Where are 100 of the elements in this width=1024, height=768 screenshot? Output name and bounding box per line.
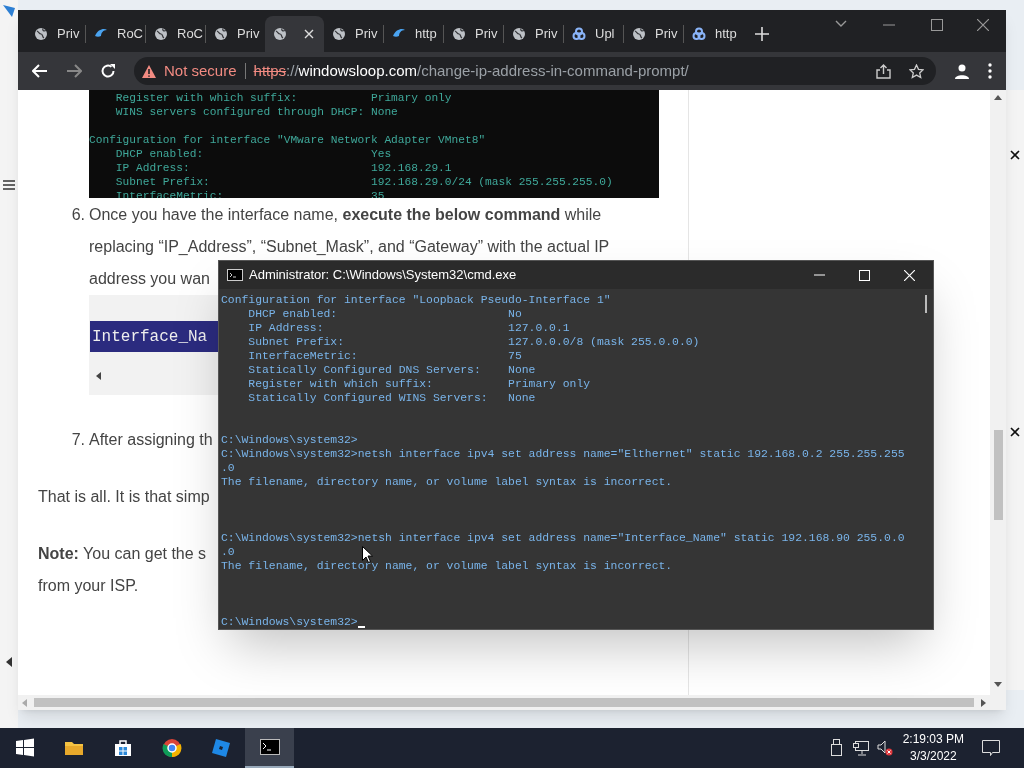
scroll-down-icon[interactable] xyxy=(994,682,1002,688)
scroll-right-icon[interactable] xyxy=(980,698,986,707)
console-value: 75 xyxy=(508,349,522,363)
mouse-pointer-icon xyxy=(362,546,373,563)
browser-logo-icon xyxy=(161,738,182,758)
article-text: Once you have the interface name, execute the below command while xyxy=(89,205,602,225)
browser-tab[interactable]: http xyxy=(384,16,443,52)
article-text: replacing “IP_Address”, “Subnet_Mask”, and “Gateway” with the actual IP xyxy=(89,237,610,257)
vertical-scrollbar[interactable] xyxy=(990,90,1006,710)
shopping-bag-icon xyxy=(112,738,133,758)
browser-tab[interactable]: Priv xyxy=(624,16,683,52)
browser-tab[interactable]: Priv xyxy=(26,16,85,52)
clock-time[interactable]: 2:19:03 PM xyxy=(902,731,964,748)
console-label: IP Address: xyxy=(248,321,325,335)
console-value: Primary only xyxy=(370,91,452,105)
browser-tab[interactable]: Priv xyxy=(324,16,383,52)
scroll-up-icon[interactable] xyxy=(994,94,1002,100)
windows-logo-icon xyxy=(14,738,35,758)
console-label: Statically Configured DNS Servers: xyxy=(248,363,482,377)
cloud-icon xyxy=(572,27,586,41)
url-text: https://windowsloop.com/change-ip-address-in-command-prompt/ xyxy=(253,60,689,81)
profile-icon[interactable] xyxy=(954,63,970,79)
globe-icon xyxy=(452,27,466,41)
console-value: 192.168.29.1 xyxy=(370,161,452,175)
console-value: None xyxy=(508,363,536,377)
article-text: After assigning th xyxy=(89,430,213,450)
browser-tab[interactable] xyxy=(265,16,324,52)
globe-icon xyxy=(273,27,287,41)
console-prompt: C:\Windows\system32> xyxy=(221,615,358,629)
terminal-icon xyxy=(259,737,280,757)
console-value: None xyxy=(370,105,398,119)
forward-icon[interactable] xyxy=(66,64,82,78)
horizontal-scrollbar[interactable] xyxy=(18,695,990,710)
console-line: Configuration for interface "Loopback Pseudo-Interface 1" xyxy=(221,293,611,307)
console-line: C:\Windows\system32> xyxy=(221,433,358,447)
article-text: That is all. It is that simp xyxy=(38,487,210,507)
console-label: Register with which suffix: xyxy=(115,91,299,105)
taskbar-app[interactable] xyxy=(245,728,294,768)
globe-icon xyxy=(632,27,646,41)
console-label: WINS servers configured through DHCP: xyxy=(115,105,366,119)
browser-tab[interactable]: Priv xyxy=(206,16,265,52)
browser-tab[interactable]: RoC xyxy=(146,16,205,52)
terminal-icon xyxy=(227,269,243,281)
share-icon[interactable] xyxy=(876,63,891,79)
reload-icon[interactable] xyxy=(100,63,116,79)
globe-icon xyxy=(332,27,346,41)
browser-tab[interactable]: Priv xyxy=(444,16,503,52)
console-label: DHCP enabled: xyxy=(248,307,339,321)
console-value: Primary only xyxy=(508,377,591,391)
console-label: Register with which suffix: xyxy=(248,377,434,391)
new-tab-icon[interactable] xyxy=(755,27,769,41)
scrollbar-thumb[interactable] xyxy=(34,698,974,707)
article-text: address you wan xyxy=(89,269,210,289)
security-warning: Not secure xyxy=(164,60,237,81)
back-icon[interactable] xyxy=(32,64,48,78)
article-text: Note: You can get the s xyxy=(38,544,207,564)
warning-icon xyxy=(142,64,156,78)
console-line: The filename, directory name, or volume label syntax is incorrect. xyxy=(221,475,673,489)
browser-tab[interactable]: Upl xyxy=(564,16,623,52)
network-icon[interactable] xyxy=(852,740,869,756)
text-cursor xyxy=(357,626,365,628)
globe-icon xyxy=(512,27,526,41)
console-line: C:\Windows\system32>netsh interface ipv4 set address name="Interface_Name" static 192.168.90 255.0.0 xyxy=(221,531,905,545)
close-icon[interactable] xyxy=(1010,427,1020,437)
scrollbar-thumb[interactable] xyxy=(993,430,1003,520)
address-field[interactable]: Not secure https://windowsloop.com/change-ip-address-in-command-prompt/ xyxy=(134,57,936,85)
console-label: Statically Configured WINS Servers: xyxy=(248,391,489,405)
browser-tab[interactable]: RoC xyxy=(86,16,145,52)
console-line: The filename, directory name, or volume label syntax is incorrect. xyxy=(221,559,673,573)
speaker-muted-icon[interactable] xyxy=(876,740,893,756)
console-label: InterfaceMetric: xyxy=(248,349,359,363)
console-line: Configuration for interface "VMware Network Adapter VMnet8" xyxy=(89,133,486,147)
list-number: 7. xyxy=(71,430,85,450)
console-label: DHCP enabled: xyxy=(115,147,205,161)
globe-icon xyxy=(214,27,228,41)
scroll-left-icon[interactable] xyxy=(96,372,102,380)
clock-date[interactable]: 3/3/2022 xyxy=(909,748,957,765)
maximize-icon[interactable] xyxy=(931,19,943,31)
globe-icon xyxy=(154,27,168,41)
star-icon[interactable] xyxy=(909,63,924,79)
globe-icon xyxy=(34,27,48,41)
console-label: Subnet Prefix: xyxy=(248,335,346,349)
console-value: No xyxy=(508,307,522,321)
browser-tab[interactable]: Priv xyxy=(504,16,563,52)
chevron-down-icon[interactable] xyxy=(835,20,847,28)
console-line: .0 xyxy=(221,461,235,475)
console-value: Yes xyxy=(370,147,392,161)
more-options-icon[interactable] xyxy=(988,63,992,79)
scrollbar-thumb[interactable] xyxy=(925,295,927,313)
close-icon[interactable] xyxy=(1010,150,1020,160)
console-line: C:\Windows\system32>netsh interface ipv4 set address name="Elthernet" static 192.168.0.2 255.255.255 xyxy=(221,447,905,461)
notifications-icon[interactable] xyxy=(982,740,1000,756)
console-value: None xyxy=(508,391,536,405)
app-logo-icon xyxy=(2,4,16,18)
browser-tab[interactable]: http xyxy=(684,16,743,52)
menu-icon[interactable] xyxy=(3,180,15,190)
console-label: Subnet Prefix: xyxy=(115,175,211,189)
usb-drive-icon[interactable] xyxy=(830,739,843,757)
list-number: 6. xyxy=(71,205,85,225)
article-text: from your ISP. xyxy=(38,576,139,596)
